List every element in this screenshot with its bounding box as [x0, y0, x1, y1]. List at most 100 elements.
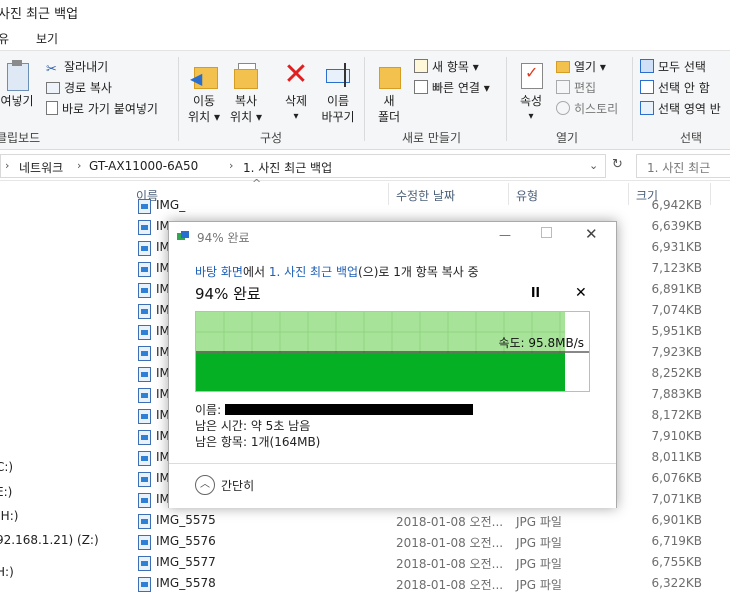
jpg-file-icon	[138, 220, 151, 235]
easy-access-button[interactable]: 빠른 연결 ▾	[414, 78, 490, 98]
file-size: 7,883KB	[651, 387, 702, 401]
group-label-open: 열기	[556, 131, 579, 145]
jpg-file-icon	[138, 430, 151, 445]
select-all-button[interactable]: 모두 선택	[640, 57, 706, 77]
copy-path-button[interactable]: 경로 복사	[46, 78, 112, 98]
shortcut-icon	[46, 101, 58, 115]
ribbon-tabs: 유 보기	[0, 26, 730, 50]
new-item-button[interactable]: 새 항목 ▾	[414, 57, 479, 77]
close-icon[interactable]: ✕	[585, 225, 598, 243]
nav-drive-z[interactable]: 92.168.1.21) (Z:)	[0, 533, 99, 547]
move-to-button[interactable]: ◀ 이동 위치 ▾	[184, 59, 224, 125]
chevron-right-icon: ›	[77, 159, 82, 172]
file-name: IMG_5576	[156, 534, 216, 548]
refresh-icon[interactable]: ↻	[612, 157, 623, 172]
source-link[interactable]: 바탕 화면	[195, 265, 243, 279]
rename-button[interactable]: 이름 바꾸기	[318, 59, 358, 125]
file-type: JPG 파일	[516, 515, 562, 529]
paste-button[interactable]: 여넣기	[0, 59, 40, 109]
less-details-button[interactable]: 간단히	[221, 477, 254, 494]
select-none-icon	[640, 80, 654, 94]
breadcrumb-folder[interactable]: 1. 사진 최근 백업	[243, 159, 332, 176]
copy-details: 이름: 남은 시간: 약 5초 남음 남은 항목: 1개(164MB)	[195, 402, 473, 450]
edit-button[interactable]: 편집	[556, 78, 596, 98]
jpg-file-icon	[138, 346, 151, 361]
nav-drive-h[interactable]: (H:)	[0, 509, 18, 523]
file-size: 6,942KB	[651, 198, 702, 212]
cancel-icon[interactable]: ✕	[575, 285, 587, 301]
history-button[interactable]: 히스토리	[556, 99, 618, 119]
table-row[interactable]: IMG_ 6,942KB	[128, 195, 730, 216]
chevron-right-icon: ›	[5, 159, 10, 172]
file-size: 7,910KB	[651, 429, 702, 443]
file-size: 8,011KB	[651, 450, 702, 464]
rename-label-1: 이름	[326, 94, 350, 108]
table-row[interactable]: IMG_5578 2018-01-08 오전... JPG 파일 6,322KB	[128, 573, 730, 594]
file-size: 5,951KB	[651, 324, 702, 338]
copy-to-label-1: 복사	[234, 94, 258, 108]
minimize-icon[interactable]: —	[499, 228, 511, 242]
table-row[interactable]: IMG_5577 2018-01-08 오전... JPG 파일 6,755KB	[128, 552, 730, 573]
open-button[interactable]: 열기 ▾	[556, 57, 606, 77]
maximize-icon[interactable]	[541, 227, 552, 238]
dialog-footer: ︿ 간단히	[169, 463, 616, 508]
search-input[interactable]: 1. 사진 최근	[636, 154, 730, 178]
jpg-file-icon	[138, 199, 151, 214]
chevron-up-icon[interactable]: ︿	[195, 475, 215, 495]
cut-label: 잘라내기	[64, 60, 109, 74]
time-remaining: 남은 시간: 약 5초 남음	[195, 419, 311, 433]
jpg-file-icon	[138, 472, 151, 487]
cut-button[interactable]: ✂ 잘라내기	[46, 57, 108, 77]
delete-button[interactable]: ✕ 삭제 ▾	[276, 59, 316, 125]
delete-x-icon: ✕	[283, 57, 309, 92]
invert-selection-label: 선택 영역 반	[658, 102, 721, 116]
file-size: 8,172KB	[651, 408, 702, 422]
file-date: 2018-01-08 오전...	[396, 515, 504, 529]
move-to-label-2: 위치 ▾	[188, 110, 220, 124]
jpg-file-icon	[138, 241, 151, 256]
file-type: JPG 파일	[516, 536, 562, 550]
sort-up-icon: ^	[252, 177, 262, 190]
file-size: 7,071KB	[651, 492, 702, 506]
easy-access-label: 빠른 연결	[432, 81, 480, 95]
properties-button[interactable]: ✓ 속성 ▾	[512, 59, 550, 125]
jpg-file-icon	[138, 388, 151, 403]
move-folder-icon: ◀	[188, 59, 220, 91]
nav-drive-c[interactable]: C:)	[0, 460, 13, 474]
address-input[interactable]: › 네트워크 › GT-AX11000-6A50 › 1. 사진 최근 백업 ⌄	[0, 154, 606, 178]
group-label-new: 새로 만들기	[402, 131, 462, 145]
move-to-label-1: 이동	[192, 94, 216, 108]
copy-progress-dialog: 94% 완료 — ✕ 바탕 화면에서 1. 사진 최근 백업(으)로 1개 항목…	[168, 221, 617, 508]
file-name: IMG_5575	[156, 513, 216, 527]
paste-label: 여넣기	[0, 94, 34, 108]
file-date: 2018-01-08 오전...	[396, 578, 504, 592]
table-row[interactable]: IMG_5575 2018-01-08 오전... JPG 파일 6,901KB	[128, 510, 730, 531]
file-size: 6,322KB	[651, 576, 702, 590]
rename-label-2: 바꾸기	[321, 110, 355, 124]
invert-selection-button[interactable]: 선택 영역 반	[640, 99, 721, 119]
breadcrumb-router[interactable]: GT-AX11000-6A50	[89, 159, 198, 173]
address-bar: › 네트워크 › GT-AX11000-6A50 › 1. 사진 최근 백업 ⌄…	[0, 150, 730, 181]
tab-view[interactable]: 보기	[36, 30, 58, 47]
select-none-button[interactable]: 선택 안 함	[640, 78, 710, 98]
destination-link[interactable]: 1. 사진 최근 백업	[269, 265, 358, 279]
copy-status-text: 바탕 화면에서 1. 사진 최근 백업(으)로 1개 항목 복사 중	[195, 263, 479, 280]
chevron-down-icon[interactable]: ⌄	[589, 159, 598, 172]
nav-drive-e[interactable]: E:)	[0, 485, 12, 499]
speed-chart: 속도: 95.8MB/s	[195, 311, 590, 392]
tab-share[interactable]: 유	[0, 30, 9, 47]
file-size: 6,755KB	[651, 555, 702, 569]
scissors-icon: ✂	[46, 62, 57, 77]
search-placeholder: 1. 사진 최근	[647, 161, 711, 175]
new-folder-button[interactable]: 새 폴더	[370, 59, 408, 125]
nav-drive-h2[interactable]: H:)	[0, 565, 14, 579]
window-title: 사진 최근 백업	[0, 7, 79, 22]
breadcrumb-network[interactable]: 네트워크	[19, 159, 63, 176]
jpg-file-icon	[138, 325, 151, 340]
pause-icon[interactable]: ll	[531, 286, 540, 301]
copy-to-button[interactable]: 복사 위치 ▾	[226, 59, 266, 125]
paste-shortcut-button[interactable]: 바로 가기 붙여넣기	[46, 99, 158, 119]
jpg-file-icon	[138, 493, 151, 508]
history-icon	[556, 101, 570, 115]
table-row[interactable]: IMG_5576 2018-01-08 오전... JPG 파일 6,719KB	[128, 531, 730, 552]
